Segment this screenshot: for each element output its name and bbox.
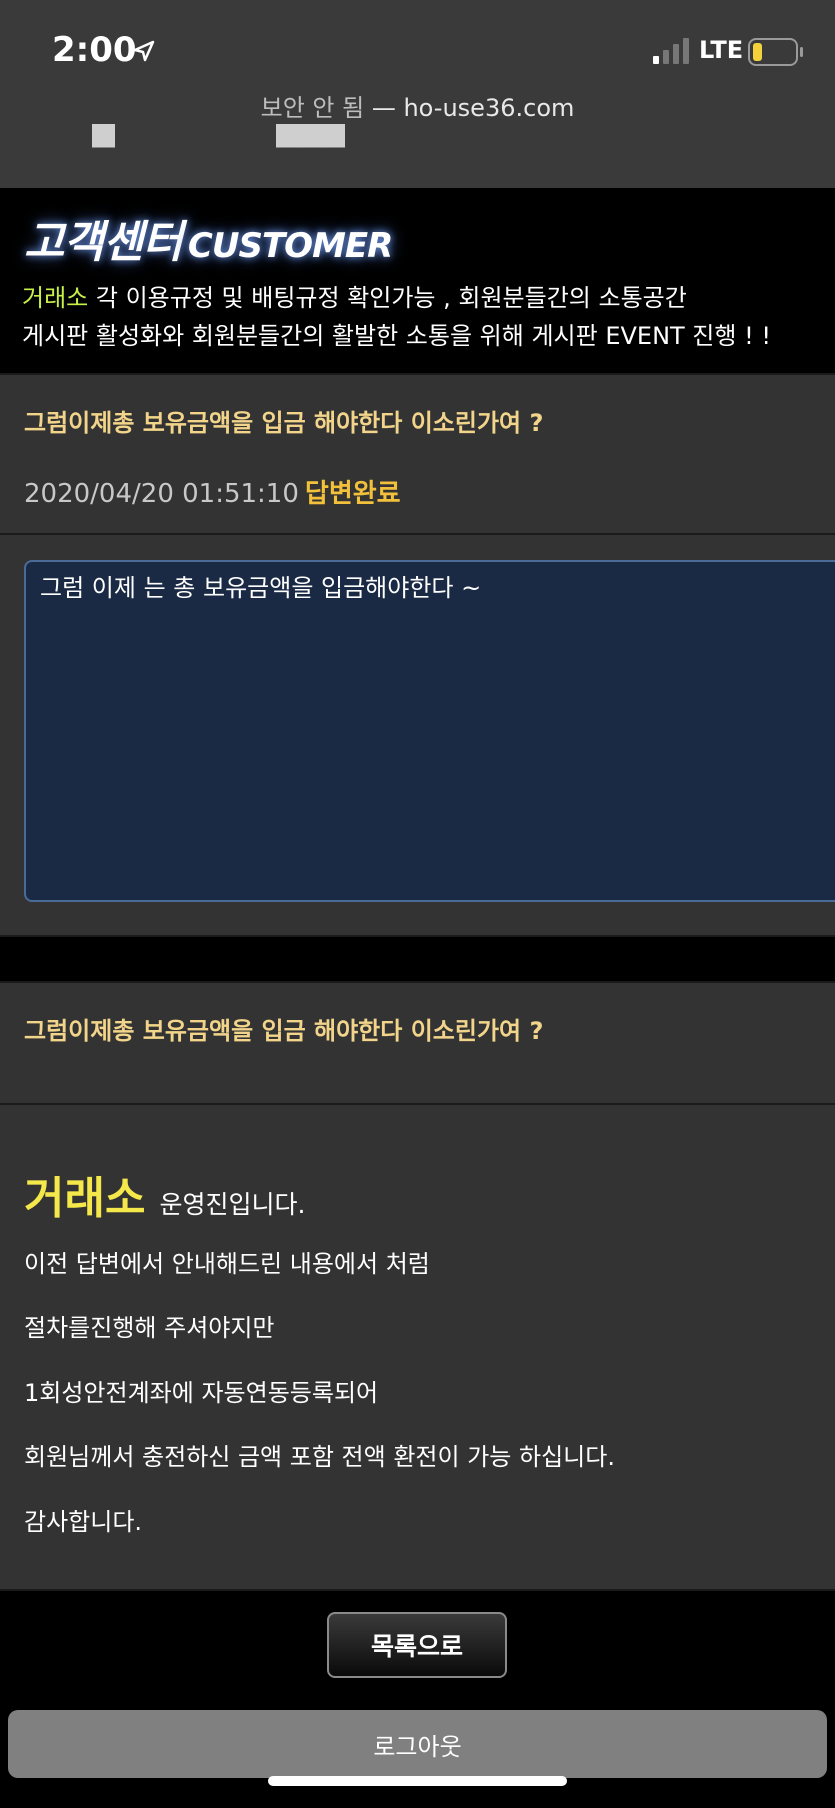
insecure-label: 보안 안 됨 xyxy=(260,94,365,122)
clipped-header-text: ▇ xyxy=(92,124,116,148)
banner-title-kr: 고객센터 xyxy=(24,217,183,268)
battery-icon xyxy=(748,38,803,66)
banner-title-en: CUSTOMER xyxy=(187,226,393,266)
url-domain: ho-use36.com xyxy=(403,94,575,122)
location-arrow-icon xyxy=(133,40,155,62)
banner-description-line2: 게시판 활성화와 회원분들간의 활발한 소통을 위해 게시판 EVENT 진행 … xyxy=(22,322,771,350)
answer-line: 1회성안전계좌에 자동연동등록되어 xyxy=(24,1379,379,1407)
answer-greeting-text: 운영진입니다. xyxy=(159,1190,306,1219)
logout-button[interactable]: 로그아웃 xyxy=(8,1710,827,1778)
answer-greeting: 거래소 운영진입니다. xyxy=(24,1162,305,1226)
answer-line: 절차를진행해 주셔야지만 xyxy=(24,1314,275,1342)
banner-line1-text: 각 이용규정 및 배팅규정 확인가능 , 회원분들간의 소통공간 xyxy=(88,284,687,312)
banner-title: 고객센터 CUSTOMER xyxy=(24,206,393,270)
signal-strength-icon xyxy=(653,38,689,64)
question-header: 그럼이제총 보유금액을 입금 해야한다 이소린가여 ? 2020/04/20 0… xyxy=(0,373,835,535)
address-bar[interactable]: 보안 안 됨 — ho-use36.com xyxy=(0,88,835,123)
status-badge: 답변완료 xyxy=(304,479,401,509)
customer-banner: 고객센터 CUSTOMER 거래소 각 이용규정 및 배팅규정 확인가능 , 회원… xyxy=(0,188,835,373)
answer-line: 감사합니다. xyxy=(24,1508,143,1536)
answer-title: 그럼이제총 보유금액을 입금 해야한다 이소린가여 ? xyxy=(24,1017,544,1045)
question-datetime: 2020/04/20 01:51:10 xyxy=(24,479,299,509)
home-indicator[interactable] xyxy=(268,1776,567,1786)
url-separator: — xyxy=(364,94,404,122)
banner-highlight: 거래소 xyxy=(22,284,89,312)
question-meta: 2020/04/20 01:51:10 답변완료 xyxy=(24,473,401,510)
clipped-header-text: ▇▇▇ xyxy=(276,124,346,148)
back-to-list-button[interactable]: 목록으로 xyxy=(327,1612,507,1678)
question-body-textarea[interactable]: 그럼 이제 는 총 보유금액을 입금해야한다 ~ xyxy=(24,560,835,902)
answer-header: 그럼이제총 보유금액을 입금 해야한다 이소린가여 ? xyxy=(0,981,835,1105)
network-type: LTE xyxy=(699,36,744,64)
answer-brand: 거래소 xyxy=(24,1173,146,1224)
answer-line: 회원님께서 충전하신 금액 포함 전액 환전이 가능 하십니다. xyxy=(24,1443,615,1471)
status-time: 2:00 xyxy=(52,30,137,70)
question-title: 그럼이제총 보유금액을 입금 해야한다 이소린가여 ? xyxy=(24,409,544,437)
banner-description-line1: 거래소 각 이용규정 및 배팅규정 확인가능 , 회원분들간의 소통공간 xyxy=(22,278,687,313)
answer-line: 이전 답변에서 안내해드린 내용에서 처럼 xyxy=(24,1250,430,1278)
status-bar: 2:00 LTE 보안 안 됨 — ho-use36.com ▇ ▇▇▇ xyxy=(0,0,835,188)
